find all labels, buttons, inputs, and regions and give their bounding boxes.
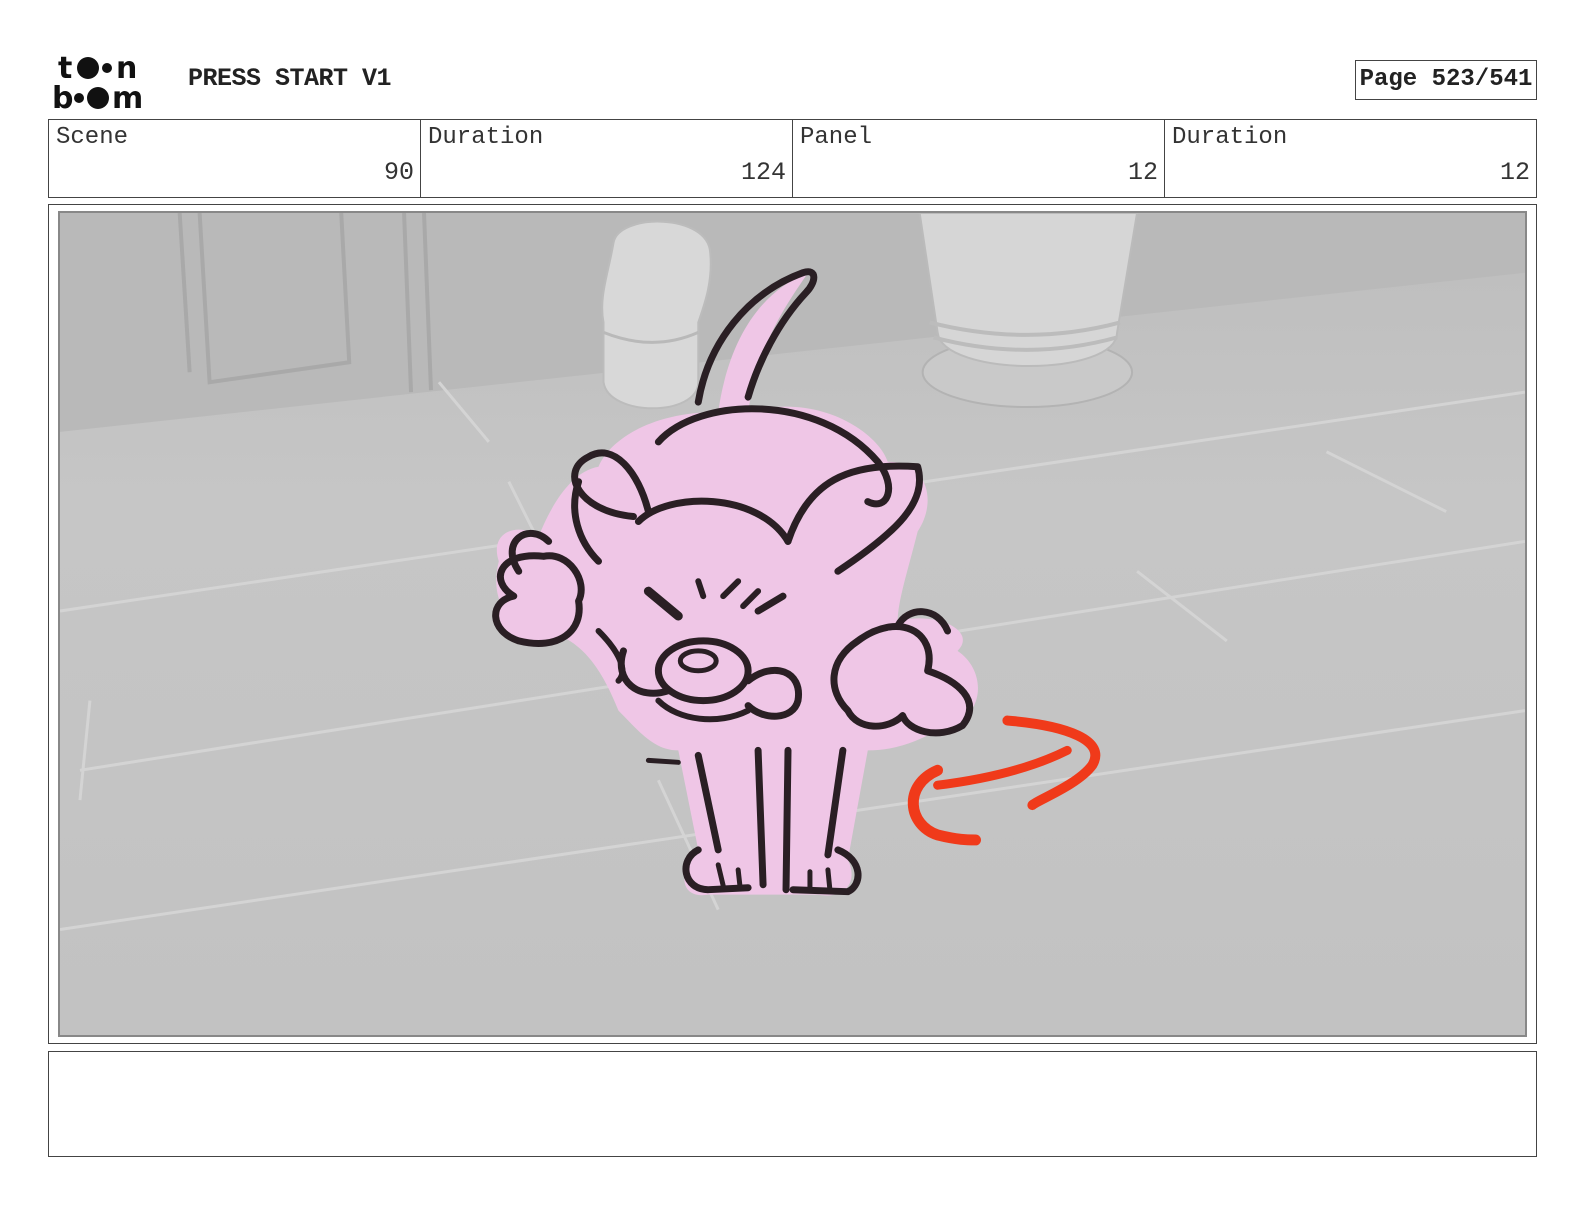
vase-left: [601, 220, 712, 410]
scene-value: 90: [383, 158, 414, 187]
panel-duration-cell: Duration 12: [1165, 120, 1536, 197]
scene-label: Scene: [56, 124, 129, 151]
toon-boom-logo: t n b m: [50, 50, 168, 116]
scene-cell: Scene 90: [49, 120, 421, 197]
scene-duration-value: 124: [740, 158, 786, 187]
vase-right: [918, 213, 1139, 409]
scene-duration-label: Duration: [428, 124, 544, 151]
project-title: PRESS START V1: [188, 64, 392, 93]
storyboard-panel-image: [58, 211, 1527, 1037]
panel-cell: Panel 12: [793, 120, 1165, 197]
panel-duration-value: 12: [1499, 158, 1530, 187]
svg-text:b: b: [52, 81, 73, 112]
svg-text:m: m: [112, 81, 143, 112]
panel-notes-box: [48, 1051, 1537, 1157]
panel-value: 12: [1127, 158, 1158, 187]
panel-label: Panel: [800, 124, 873, 151]
scene-duration-cell: Duration 124: [421, 120, 793, 197]
panel-duration-label: Duration: [1172, 124, 1288, 151]
panel-info-row: Scene 90 Duration 124 Panel 12 Duration …: [48, 119, 1537, 198]
page-counter: Page 523/541: [1355, 60, 1537, 100]
